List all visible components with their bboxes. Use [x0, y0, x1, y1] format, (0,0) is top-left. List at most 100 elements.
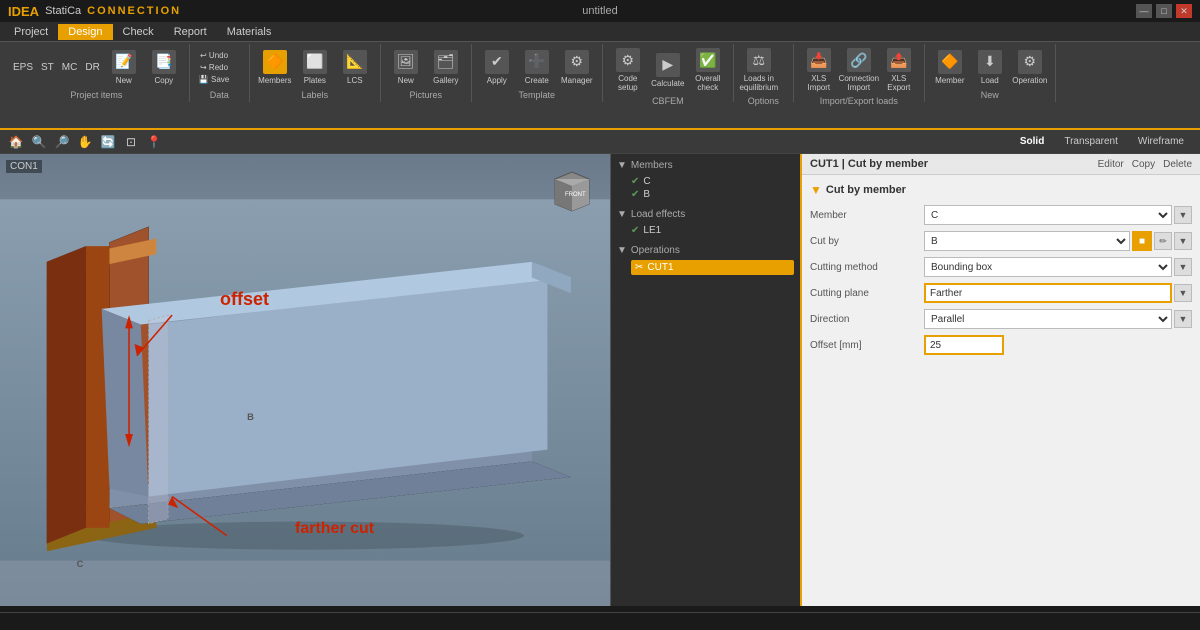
- offset-label: Offset [mm]: [810, 340, 920, 351]
- wireframe-tab[interactable]: Wireframe: [1128, 134, 1194, 149]
- menu-project[interactable]: Project: [4, 24, 58, 40]
- labels-label: Labels: [256, 88, 374, 100]
- copy-action[interactable]: Copy: [1132, 159, 1155, 170]
- connection-import-button[interactable]: 🔗 Connection Import: [840, 46, 878, 94]
- viewport[interactable]: B C offset farther cut CON1: [0, 154, 610, 606]
- redo-button[interactable]: ↪ Redo: [196, 62, 232, 73]
- mc-button[interactable]: MC: [59, 61, 81, 74]
- apply-button[interactable]: ✔ Apply: [478, 48, 516, 87]
- menu-bar: Project Design Check Report Materials: [0, 22, 1200, 42]
- cut-by-select[interactable]: B: [924, 231, 1130, 251]
- offset-row: Offset [mm]: [810, 335, 1192, 355]
- dr-button[interactable]: DR: [82, 61, 102, 74]
- zoom-select-button[interactable]: 🔍: [29, 133, 49, 151]
- member-select[interactable]: C: [924, 205, 1172, 225]
- menu-check[interactable]: Check: [113, 24, 164, 40]
- ribbon-group-options: ⚖ Loads in equilibrium Options: [734, 44, 794, 102]
- cutting-method-row: Cutting method Bounding box ▼: [810, 257, 1192, 277]
- member-select-row: C ▼: [924, 205, 1192, 225]
- new-member-button[interactable]: 🔶 Member: [931, 48, 969, 87]
- eps-button[interactable]: EPS: [10, 61, 36, 74]
- solid-tab[interactable]: Solid: [1010, 134, 1054, 149]
- fit-button[interactable]: ⊡: [121, 133, 141, 151]
- maximize-button[interactable]: □: [1156, 4, 1172, 18]
- svg-text:C: C: [77, 559, 84, 569]
- data-buttons: ↩ Undo ↪ Redo 💾 Save: [196, 46, 243, 88]
- copy-project-button[interactable]: 📑 Copy: [145, 48, 183, 87]
- direction-select[interactable]: Parallel: [924, 309, 1172, 329]
- rotate-button[interactable]: 🔄: [98, 133, 118, 151]
- direction-row: Direction Parallel ▼: [810, 309, 1192, 329]
- cutting-plane-dropdown-btn[interactable]: ▼: [1174, 284, 1192, 302]
- ribbon-group-cbfem: ⚙ Code setup ▶ Calculate ✅ Overall check…: [603, 44, 734, 102]
- project-item-buttons: EPS ST MC DR 📝 New 📑 Copy: [10, 46, 183, 88]
- snap-button[interactable]: 📍: [144, 133, 164, 151]
- zoom-in-button[interactable]: 🔎: [52, 133, 72, 151]
- new-picture-button[interactable]: 🖼 New: [387, 48, 425, 87]
- cutting-method-dropdown-btn[interactable]: ▼: [1174, 258, 1192, 276]
- template-label: Template: [478, 88, 596, 100]
- options-buttons: ⚖ Loads in equilibrium: [740, 46, 787, 94]
- ribbon-group-new: 🔶 Member ⬇ Load ⚙ Operation New: [925, 44, 1056, 102]
- svg-text:B: B: [247, 412, 254, 422]
- lcs-button[interactable]: 📐 LCS: [336, 48, 374, 87]
- member-dropdown-btn[interactable]: ▼: [1174, 206, 1192, 224]
- menu-design[interactable]: Design: [58, 24, 112, 40]
- undo-button[interactable]: ↩ Undo: [196, 50, 232, 61]
- delete-action[interactable]: Delete: [1163, 159, 1192, 170]
- loads-equilibrium-button[interactable]: ⚖ Loads in equilibrium: [740, 46, 778, 94]
- new-operation-button[interactable]: ⚙ Operation: [1011, 48, 1049, 87]
- cbfem-label: CBFEM: [609, 94, 727, 106]
- st-button[interactable]: ST: [38, 61, 57, 74]
- main-area: B C offset farther cut CON1: [0, 154, 1200, 606]
- manager-button[interactable]: ⚙ Manager: [558, 48, 596, 87]
- cut-by-dropdown-btn[interactable]: ▼: [1174, 232, 1192, 250]
- member-row: Member C ▼: [810, 205, 1192, 225]
- menu-report[interactable]: Report: [164, 24, 217, 40]
- xls-import-button[interactable]: 📥 XLS Import: [800, 46, 838, 94]
- new-load-button[interactable]: ⬇ Load: [971, 48, 1009, 87]
- code-setup-button[interactable]: ⚙ Code setup: [609, 46, 647, 94]
- menu-materials[interactable]: Materials: [217, 24, 282, 40]
- overall-check-button[interactable]: ✅ Overall check: [689, 46, 727, 94]
- cutting-method-select[interactable]: Bounding box: [924, 257, 1172, 277]
- gallery-button[interactable]: 🗂 Gallery: [427, 48, 465, 87]
- props-content: ▼ Cut by member Member C ▼ Cut by B: [802, 175, 1200, 606]
- member-b-item[interactable]: ✔ B: [617, 188, 794, 201]
- cutting-method-label: Cutting method: [810, 262, 920, 273]
- direction-dropdown-btn[interactable]: ▼: [1174, 310, 1192, 328]
- editor-action[interactable]: Editor: [1098, 159, 1124, 170]
- ribbon-group-pictures: 🖼 New 🗂 Gallery Pictures: [381, 44, 472, 102]
- ribbon-content: EPS ST MC DR 📝 New 📑 Copy Project items …: [0, 42, 1200, 104]
- minimize-button[interactable]: —: [1136, 4, 1152, 18]
- project-items-label: Project items: [10, 88, 183, 100]
- staticа-label: StatiCa: [45, 5, 81, 17]
- cut-by-edit-btn[interactable]: ✏: [1154, 232, 1172, 250]
- transparent-tab[interactable]: Transparent: [1054, 134, 1128, 149]
- members-button[interactable]: 🔶 Members: [256, 48, 294, 87]
- pictures-buttons: 🖼 New 🗂 Gallery: [387, 46, 465, 88]
- plates-button[interactable]: ⬜ Plates: [296, 48, 334, 87]
- props-actions: Editor Copy Delete: [1098, 159, 1192, 170]
- home-button[interactable]: 🏠: [6, 133, 26, 151]
- offset-input[interactable]: [924, 335, 1004, 355]
- ribbon-group-project-items: EPS ST MC DR 📝 New 📑 Copy Project items: [4, 44, 190, 102]
- calculate-button[interactable]: ▶ Calculate: [649, 51, 687, 90]
- create-template-button[interactable]: ➕ Create: [518, 48, 556, 87]
- status-bar: [0, 612, 1200, 630]
- new-project-button[interactable]: 📝 New: [105, 48, 143, 87]
- member-c-item[interactable]: ✔ C: [617, 175, 794, 188]
- cbfem-buttons: ⚙ Code setup ▶ Calculate ✅ Overall check: [609, 46, 727, 94]
- cube-navigator[interactable]: FRONT: [545, 164, 600, 219]
- cut-by-color-btn[interactable]: ■: [1132, 231, 1152, 251]
- cut1-operation[interactable]: ✂ CUT1: [631, 260, 794, 275]
- le1-item[interactable]: ✔ LE1: [617, 224, 794, 237]
- save-button[interactable]: 💾 Save: [196, 74, 232, 85]
- close-button[interactable]: ✕: [1176, 4, 1192, 18]
- xls-export-button[interactable]: 📤 XLS Export: [880, 46, 918, 94]
- operations-section: ▼ Operations ✂ CUT1: [617, 245, 794, 275]
- pan-button[interactable]: ✋: [75, 133, 95, 151]
- collapse-icon[interactable]: ▼: [810, 183, 822, 197]
- props-section-title: ▼ Cut by member: [810, 183, 1192, 197]
- cutting-plane-input[interactable]: [924, 283, 1172, 303]
